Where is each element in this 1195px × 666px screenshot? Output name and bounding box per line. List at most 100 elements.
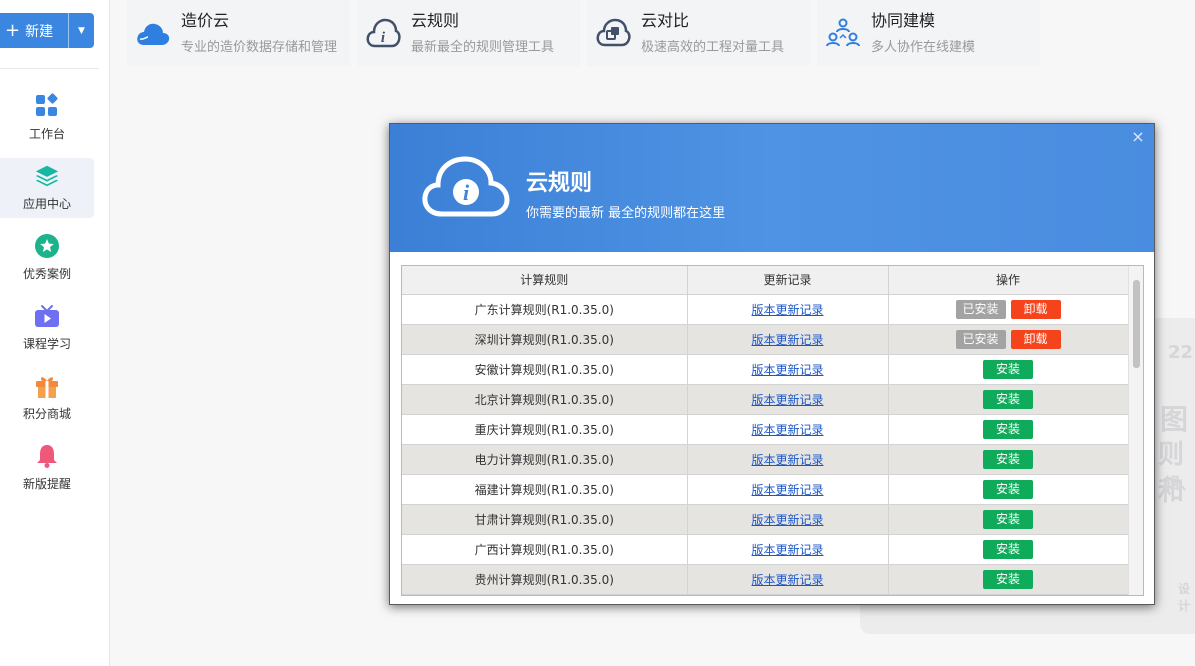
scrollbar-thumb[interactable] — [1133, 280, 1140, 368]
dialog-subtitle: 你需要的最新 最全的规则都在这里 — [526, 206, 726, 221]
table-row: 广西计算规则(R1.0.35.0) 版本更新记录 安装 — [402, 534, 1129, 565]
product-cloud-compare[interactable]: 云对比 极速高效的工程对量工具 — [587, 0, 810, 66]
update-log-cell: 版本更新记录 — [687, 354, 889, 385]
rules-table-frame: 计算规则 更新记录 操作 广东计算规则(R1.0.35.0) 版本更新记录 已安装卸… — [401, 265, 1144, 596]
cloud-info-logo-icon: i — [420, 154, 512, 224]
product-desc: 多人协作在线建模 — [871, 40, 976, 55]
install-button[interactable]: 安装 — [983, 509, 1033, 529]
action-cell: 安装 — [888, 504, 1129, 535]
sidebar: + 新建 ▼ 工作台 应用中心 优秀案例 课程学习 积分商城 新版提醒 — [0, 0, 110, 666]
update-log-link[interactable]: 版本更新记录 — [751, 543, 823, 557]
rule-name-cell: 广西计算规则(R1.0.35.0) — [402, 534, 688, 565]
update-log-link[interactable]: 版本更新记录 — [751, 333, 823, 347]
new-button-main[interactable]: + 新建 — [0, 13, 68, 48]
install-button[interactable]: 安装 — [983, 449, 1033, 469]
action-cell: 已安装 卸载 — [888, 294, 1129, 325]
install-button[interactable]: 安装 — [983, 539, 1033, 559]
installed-button[interactable]: 已安装 — [955, 329, 1006, 349]
update-log-cell: 版本更新记录 — [687, 534, 889, 565]
update-log-cell: 版本更新记录 — [687, 564, 889, 595]
update-log-link[interactable]: 版本更新记录 — [751, 363, 823, 377]
table-row: 甘肃计算规则(R1.0.35.0) 版本更新记录 安装 — [402, 504, 1129, 535]
product-cost-cloud[interactable]: 造价云 专业的造价数据存储和管理 — [127, 0, 350, 66]
product-name: 云对比 — [641, 11, 690, 30]
table-row: 广东计算规则(R1.0.35.0) 版本更新记录 已安装 卸载 — [402, 294, 1129, 325]
update-log-cell: 版本更新记录 — [687, 384, 889, 415]
banner-text: 辑、 — [1164, 474, 1195, 493]
banner-text: 图 — [1160, 403, 1189, 436]
tv-play-icon — [34, 303, 60, 329]
svg-text:i: i — [463, 180, 470, 205]
update-log-link[interactable]: 版本更新记录 — [751, 453, 823, 467]
new-button[interactable]: + 新建 ▼ — [0, 13, 94, 48]
product-name: 造价云 — [181, 11, 230, 30]
update-log-cell: 版本更新记录 — [687, 504, 889, 535]
column-header-rule: 计算规则 — [402, 266, 688, 295]
action-cell: 安装 — [888, 414, 1129, 445]
install-button[interactable]: 安装 — [983, 419, 1033, 439]
action-cell: 安装 — [888, 474, 1129, 505]
update-log-link[interactable]: 版本更新记录 — [751, 393, 823, 407]
cloud-compare-icon — [593, 13, 633, 53]
update-log-cell: 版本更新记录 — [687, 324, 889, 355]
banner-text: 22 — [1168, 342, 1194, 363]
sidebar-item-workbench[interactable]: 工作台 — [0, 88, 94, 148]
close-icon[interactable]: × — [1130, 129, 1146, 145]
table-row: 安徽计算规则(R1.0.35.0) 版本更新记录 安装 — [402, 354, 1129, 385]
dialog-header: × i 云规则 你需要的最新 最全的规则都在这里 — [390, 124, 1154, 252]
banner-text: 设计 — [1178, 582, 1191, 613]
update-log-cell: 版本更新记录 — [687, 444, 889, 475]
uninstall-button[interactable]: 卸载 — [1010, 329, 1061, 349]
product-name: 协同建模 — [871, 11, 936, 30]
update-log-cell: 版本更新记录 — [687, 414, 889, 445]
sidebar-item-app-center[interactable]: 应用中心 — [0, 158, 94, 218]
table-row: 重庆计算规则(R1.0.35.0) 版本更新记录 安装 — [402, 414, 1129, 445]
table-scrollbar[interactable] — [1128, 266, 1143, 595]
update-log-link[interactable]: 版本更新记录 — [751, 423, 823, 437]
rule-name-cell: 福建计算规则(R1.0.35.0) — [402, 474, 688, 505]
update-log-link[interactable]: 版本更新记录 — [751, 483, 823, 497]
rule-name-cell: 重庆计算规则(R1.0.35.0) — [402, 414, 688, 445]
update-log-cell: 版本更新记录 — [687, 294, 889, 325]
product-collab-modeling[interactable]: 协同建模 多人协作在线建模 — [817, 0, 1040, 66]
sidebar-item-points-mall[interactable]: 积分商城 — [0, 368, 94, 428]
app-root: + 新建 ▼ 工作台 应用中心 优秀案例 课程学习 积分商城 新版提醒 造价云 … — [0, 0, 1195, 666]
product-cloud-rules[interactable]: i 云规则 最新最全的规则管理工具 — [357, 0, 580, 66]
table-row: 电力计算规则(R1.0.35.0) 版本更新记录 安装 — [402, 444, 1129, 475]
product-name: 云规则 — [411, 11, 460, 30]
rule-name-cell: 安徽计算规则(R1.0.35.0) — [402, 354, 688, 385]
installed-button[interactable]: 已安装 — [955, 299, 1006, 319]
rules-table: 计算规则 更新记录 操作 广东计算规则(R1.0.35.0) 版本更新记录 已安装卸… — [402, 266, 1129, 595]
update-log-cell: 版本更新记录 — [687, 474, 889, 505]
sidebar-item-courses[interactable]: 课程学习 — [0, 298, 94, 358]
install-button[interactable]: 安装 — [983, 479, 1033, 499]
apps-grid-icon — [34, 93, 60, 119]
action-cell: 安装 — [888, 384, 1129, 415]
action-cell: 安装 — [888, 444, 1129, 475]
star-icon — [34, 233, 60, 259]
install-button[interactable]: 安装 — [983, 389, 1033, 409]
dialog-title: 云规则 — [526, 171, 593, 196]
sidebar-item-cases[interactable]: 优秀案例 — [0, 228, 94, 288]
update-log-link[interactable]: 版本更新记录 — [751, 573, 823, 587]
column-header-action: 操作 — [888, 266, 1129, 295]
update-log-link[interactable]: 版本更新记录 — [751, 303, 823, 317]
bell-icon — [34, 443, 60, 469]
rule-name-cell: 北京计算规则(R1.0.35.0) — [402, 384, 688, 415]
update-log-link[interactable]: 版本更新记录 — [751, 513, 823, 527]
layers-icon — [34, 163, 60, 189]
sidebar-item-new-version[interactable]: 新版提醒 — [0, 438, 94, 498]
table-row: 贵州计算规则(R1.0.35.0) 版本更新记录 安装 — [402, 564, 1129, 595]
rule-name-cell: 广东计算规则(R1.0.35.0) — [402, 294, 688, 325]
table-row: 北京计算规则(R1.0.35.0) 版本更新记录 安装 — [402, 384, 1129, 415]
chevron-down-icon[interactable]: ▼ — [69, 26, 94, 36]
rule-name-cell: 甘肃计算规则(R1.0.35.0) — [402, 504, 688, 535]
sidebar-item-label: 工作台 — [28, 127, 65, 141]
uninstall-button[interactable]: 卸载 — [1010, 299, 1061, 319]
sidebar-item-label: 优秀案例 — [22, 267, 71, 281]
install-button[interactable]: 安装 — [983, 569, 1033, 589]
product-desc: 极速高效的工程对量工具 — [641, 40, 785, 55]
sidebar-item-label: 积分商城 — [22, 407, 71, 421]
column-header-log: 更新记录 — [687, 266, 889, 295]
install-button[interactable]: 安装 — [983, 359, 1033, 379]
